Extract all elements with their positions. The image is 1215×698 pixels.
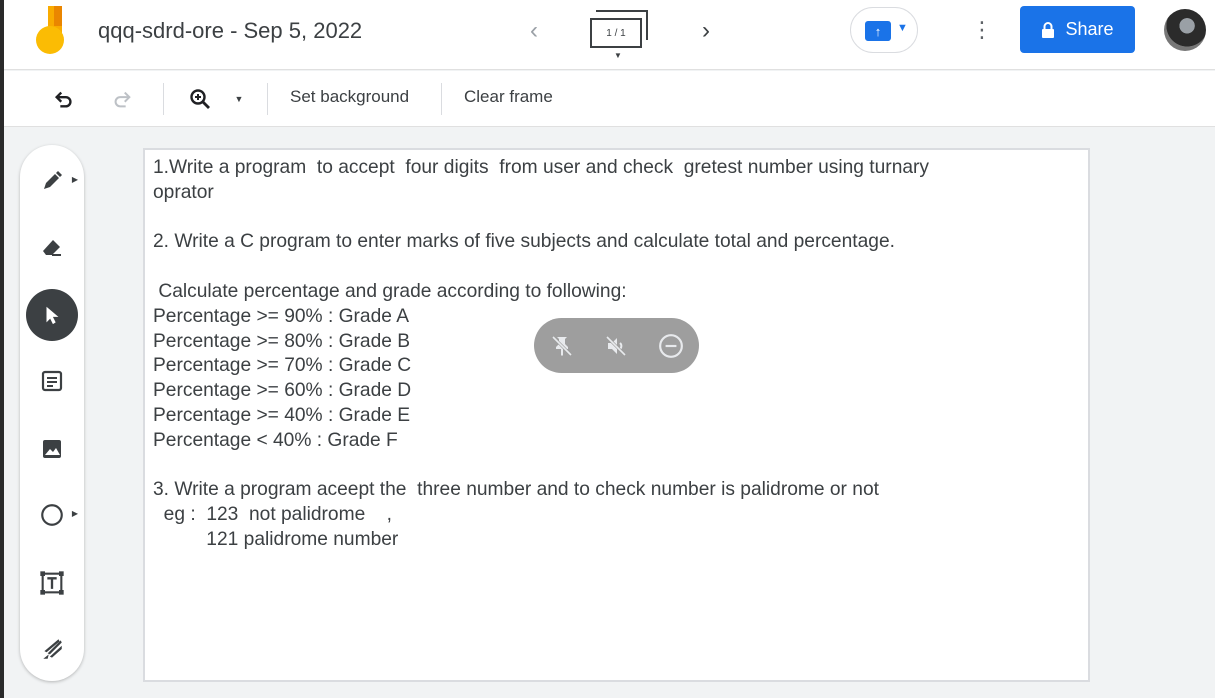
tool-palette: ▶ ▶	[20, 145, 84, 681]
text-line	[153, 206, 1053, 231]
lock-icon	[1042, 21, 1055, 38]
undo-button[interactable]	[46, 81, 82, 117]
zoom-button[interactable]	[182, 81, 218, 117]
pen-tool[interactable]: ▶	[32, 161, 78, 201]
document-title[interactable]: qqq-sdrd-ore - Sep 5, 2022	[98, 18, 362, 44]
caret-right-icon: ▶	[71, 509, 78, 518]
text-line: Percentage < 40% : Grade F	[153, 429, 398, 451]
text-line: 2. Write a C program to enter marks of f…	[153, 231, 895, 253]
laser-icon	[43, 639, 62, 659]
frame-counter-label: 1 / 1	[590, 18, 642, 48]
caret-down-icon: ▼	[234, 94, 244, 104]
laser-tool[interactable]	[32, 629, 72, 669]
text-line: Percentage >= 60% : Grade D	[153, 380, 412, 402]
text-line: oprator	[153, 181, 214, 203]
text-box-tool[interactable]	[32, 563, 72, 603]
text-line	[153, 454, 1053, 479]
text-line: 1.Write a program to accept four digits …	[153, 157, 930, 178]
text-line: 3. Write a program aceept the three numb…	[153, 479, 879, 501]
zoom-in-icon	[190, 89, 210, 109]
text-line: Percentage >= 40% : Grade E	[153, 404, 411, 426]
cursor-icon	[46, 306, 59, 325]
previous-frame-button[interactable]: ‹	[516, 14, 552, 48]
toolbar-divider	[267, 83, 268, 115]
add-image-tool[interactable]	[32, 429, 72, 469]
remove-button[interactable]	[655, 330, 687, 362]
mute-button[interactable]	[600, 330, 632, 362]
text-line: Calculate percentage and grade according…	[153, 280, 627, 302]
zoom-dropdown[interactable]: ▼	[224, 81, 254, 117]
toolbar-divider	[441, 83, 442, 115]
redo-button[interactable]	[104, 81, 140, 117]
chevron-left-icon: ‹	[530, 17, 538, 44]
edit-toolbar: ▼ Set background Clear frame	[4, 71, 1215, 127]
more-options-button[interactable]: ⋮	[964, 12, 1000, 48]
toolbar-divider	[163, 83, 164, 115]
text-line: eg : 123 not palidrome ,	[153, 504, 392, 526]
sticky-note-icon	[41, 370, 63, 392]
circle-tool[interactable]: ▶	[32, 495, 78, 535]
avatar[interactable]	[1164, 9, 1206, 51]
chevron-right-icon: ›	[702, 17, 710, 44]
cast-button[interactable]: ↑ ▼	[850, 7, 918, 53]
circle-icon	[41, 504, 63, 526]
redo-icon	[114, 91, 131, 108]
clear-frame-button[interactable]: Clear frame	[464, 87, 553, 107]
pen-icon	[44, 171, 62, 189]
caret-down-icon: ▼	[897, 22, 908, 34]
eraser-icon	[43, 240, 61, 256]
next-frame-button[interactable]: ›	[688, 14, 724, 48]
share-label: Share	[1065, 19, 1114, 39]
set-background-button[interactable]: Set background	[290, 87, 409, 107]
image-icon	[43, 440, 61, 458]
jam-canvas[interactable]: 1.Write a program to accept four digits …	[143, 148, 1090, 682]
caret-down-icon: ▼	[614, 51, 622, 60]
more-vert-icon: ⋮	[971, 17, 993, 42]
undo-icon	[54, 91, 72, 108]
text-line	[153, 255, 1053, 280]
frame-bar-toggle[interactable]: 1 / 1 ▼	[586, 8, 650, 60]
unpin-button[interactable]	[546, 330, 578, 362]
caret-right-icon: ▶	[71, 175, 78, 184]
text-box-icon	[40, 571, 64, 595]
volume-off-icon	[605, 335, 627, 357]
sticky-note-tool[interactable]	[32, 361, 72, 401]
select-tool[interactable]	[26, 289, 78, 341]
text-line: 121 palidrome number	[153, 528, 399, 550]
pin-off-icon	[551, 335, 573, 357]
upload-arrow-icon: ↑	[865, 21, 891, 41]
floating-controls	[534, 318, 699, 373]
minus-circle-icon	[659, 334, 683, 358]
top-bar: qqq-sdrd-ore - Sep 5, 2022 ‹ 1 / 1 ▼ › ↑…	[4, 0, 1215, 70]
eraser-tool[interactable]	[32, 227, 72, 267]
jamboard-logo	[34, 6, 70, 54]
share-button[interactable]: Share	[1020, 6, 1135, 53]
